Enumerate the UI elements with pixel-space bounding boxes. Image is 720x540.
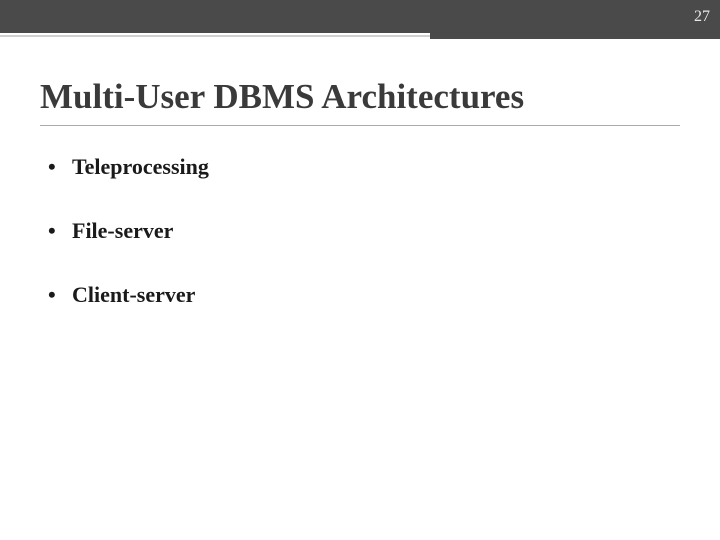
slide-number: 27 bbox=[694, 8, 710, 26]
bullet-item: File-server bbox=[48, 218, 720, 244]
bullet-item: Client-server bbox=[48, 282, 720, 308]
header-band: 27 bbox=[0, 0, 720, 33]
slide-title: Multi-User DBMS Architectures bbox=[40, 77, 720, 117]
accent-lines bbox=[0, 33, 720, 49]
title-underline bbox=[40, 125, 680, 126]
bullet-item: Teleprocessing bbox=[48, 154, 720, 180]
bullet-list: Teleprocessing File-server Client-server bbox=[48, 154, 720, 308]
accent-line-dark bbox=[430, 33, 720, 39]
